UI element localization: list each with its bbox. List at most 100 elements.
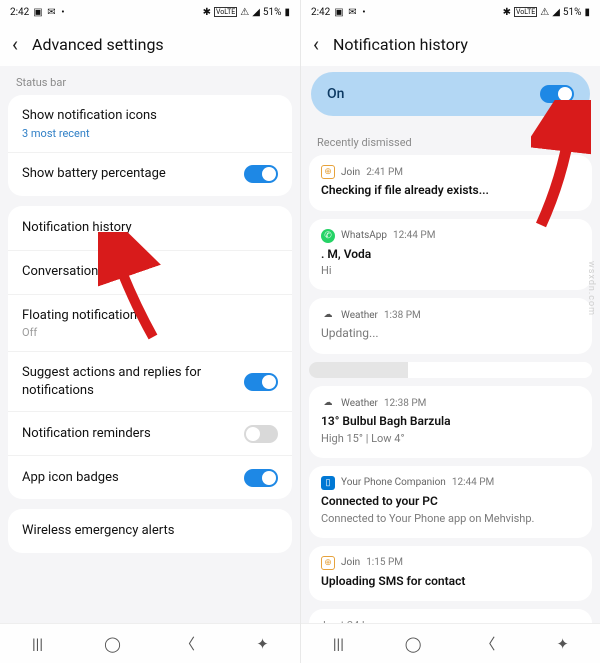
label: Show battery percentage (22, 165, 244, 183)
more-icon: • (61, 7, 64, 18)
row-app-icon-badges[interactable]: App icon badges (8, 455, 292, 499)
app-name: WhatsApp (341, 230, 387, 241)
nav-home-icon[interactable]: ◯ (93, 629, 133, 659)
msg-icon: ✉ (47, 7, 57, 17)
toggle-reminders[interactable] (244, 425, 278, 443)
notif-time: 2:41 PM (366, 167, 403, 178)
notif-title: Checking if file already exists... (321, 183, 580, 199)
wifi-icon: ⚠ (240, 7, 249, 18)
app-name: Join (341, 167, 360, 178)
app-name: Join (341, 557, 360, 568)
status-bar: 2:42 ▣ ✉ • ✱ VoLTE ⚠ ◢ 51% ▮ (0, 0, 300, 22)
notif-time: 12:44 PM (452, 477, 494, 488)
watermark: wsxdn.com (586, 261, 596, 316)
camera-icon: ▣ (334, 7, 344, 17)
nav-back-icon[interactable]: 〈 (468, 629, 508, 659)
battery-text: 51% (263, 7, 282, 18)
card-statusbar: Show notification icons 3 most recent Sh… (8, 95, 292, 196)
notif-title: Uploading SMS for contact (321, 574, 580, 590)
label: Show notification icons (22, 107, 165, 125)
phone-companion-icon: ▯ (321, 476, 335, 490)
row-notification-reminders[interactable]: Notification reminders (8, 411, 292, 455)
nav-bar: ||| ◯ 〈 ✦ (0, 623, 300, 663)
label: Floating notifications (22, 307, 152, 325)
row-show-notification-icons[interactable]: Show notification icons 3 most recent (8, 95, 292, 152)
sub: 3 most recent (22, 127, 90, 140)
status-time: 2:42 (10, 7, 29, 18)
label: Conversations (22, 263, 278, 281)
header: ‹ Notification history (301, 22, 600, 66)
weather-icon: ☁ (321, 308, 335, 322)
status-bar: 2:42 ▣ ✉ • ✱ VoLTE ⚠ ◢ 51% ▮ (301, 0, 600, 22)
weather-icon: ☁ (321, 396, 335, 410)
app-name: Weather (341, 310, 378, 321)
screen-advanced-settings: 2:42 ▣ ✉ • ✱ VoLTE ⚠ ◢ 51% ▮ ‹ Advanced … (0, 0, 300, 663)
notif-title: Connected to your PC (321, 494, 580, 510)
notif-time: 1:15 PM (366, 557, 403, 568)
row-conversations[interactable]: Conversations (8, 250, 292, 294)
wifi-icon: ⚠ (540, 7, 549, 18)
label: Wireless emergency alerts (22, 522, 278, 540)
card-notifications: Notification history Conversations Float… (8, 206, 292, 500)
notification-item[interactable]: ☁ Weather 1:38 PM Updating... (309, 298, 592, 354)
section-label-recently-dismissed: Recently dismissed (301, 126, 600, 155)
nav-accessibility-icon[interactable]: ✦ (243, 629, 283, 659)
back-icon[interactable]: ‹ (12, 34, 18, 54)
whatsapp-icon: ✆ (321, 229, 335, 243)
label: Suggest actions and replies for notifica… (22, 364, 244, 399)
row-show-battery-percentage[interactable]: Show battery percentage (8, 152, 292, 196)
page-title: Notification history (333, 35, 468, 54)
nav-recent-icon[interactable]: ||| (318, 629, 358, 659)
screen-notification-history: 2:42 ▣ ✉ • ✱ VoLTE ⚠ ◢ 51% ▮ ‹ Notificat… (300, 0, 600, 663)
status-time: 2:42 (311, 7, 330, 18)
volte-icon: VoLTE (214, 7, 237, 17)
nav-accessibility-icon[interactable]: ✦ (543, 629, 583, 659)
notification-item[interactable]: ✆ WhatsApp 12:44 PM . M, Voda Hi (309, 219, 592, 291)
notif-title: . M, Voda (321, 247, 580, 263)
card-alerts: Wireless emergency alerts (8, 509, 292, 553)
battery-icon: ▮ (584, 7, 590, 18)
row-suggest-actions[interactable]: Suggest actions and replies for notifica… (8, 351, 292, 411)
notification-item[interactable]: ▯ Your Phone Companion 12:44 PM Connecte… (309, 466, 592, 538)
bluetooth-icon: ✱ (203, 7, 211, 18)
notif-time: 12:44 PM (393, 230, 435, 241)
toggle-notification-history[interactable] (540, 85, 574, 103)
msg-icon: ✉ (348, 7, 358, 17)
sub: Off (22, 326, 37, 339)
toggle-battery-percentage[interactable] (244, 165, 278, 183)
toggle-badges[interactable] (244, 469, 278, 487)
back-icon[interactable]: ‹ (313, 34, 319, 54)
notification-item[interactable]: ⊕ Join 2:41 PM Checking if file already … (309, 155, 592, 211)
nav-home-icon[interactable]: ◯ (393, 629, 433, 659)
join-icon: ⊕ (321, 556, 335, 570)
app-name: Your Phone Companion (341, 477, 446, 488)
label: App icon badges (22, 469, 244, 487)
notif-sub: High 15° | Low 4° (321, 432, 580, 446)
nav-recent-icon[interactable]: ||| (18, 629, 58, 659)
master-toggle-bar[interactable]: On (311, 72, 590, 116)
bluetooth-icon: ✱ (503, 7, 511, 18)
nav-bar: ||| ◯ 〈 ✦ (301, 623, 600, 663)
battery-icon: ▮ (284, 7, 290, 18)
row-wireless-emergency-alerts[interactable]: Wireless emergency alerts (8, 509, 292, 553)
row-notification-history[interactable]: Notification history (8, 206, 292, 250)
signal-icon: ◢ (252, 7, 260, 18)
battery-text: 51% (563, 7, 582, 18)
more-icon: • (362, 7, 365, 18)
notification-item[interactable]: ☁ Weather 12:38 PM 13° Bulbul Bagh Barzu… (309, 386, 592, 458)
header: ‹ Advanced settings (0, 22, 300, 66)
toggle-suggest-actions[interactable] (244, 373, 278, 391)
notif-title: 13° Bulbul Bagh Barzula (321, 414, 580, 430)
notif-sub: Connected to Your Phone app on Mehvishp. (321, 512, 580, 526)
page-title: Advanced settings (32, 35, 164, 54)
loading-bar (309, 362, 592, 378)
notif-time: 12:38 PM (384, 398, 426, 409)
app-name: Weather (341, 398, 378, 409)
row-floating-notifications[interactable]: Floating notifications Off (8, 294, 292, 352)
volte-icon: VoLTE (514, 7, 537, 17)
section-label-statusbar: Status bar (0, 66, 300, 95)
signal-icon: ◢ (552, 7, 560, 18)
notif-time: 1:38 PM (384, 310, 421, 321)
notification-item[interactable]: ⊕ Join 1:15 PM Uploading SMS for contact (309, 546, 592, 602)
nav-back-icon[interactable]: 〈 (168, 629, 208, 659)
